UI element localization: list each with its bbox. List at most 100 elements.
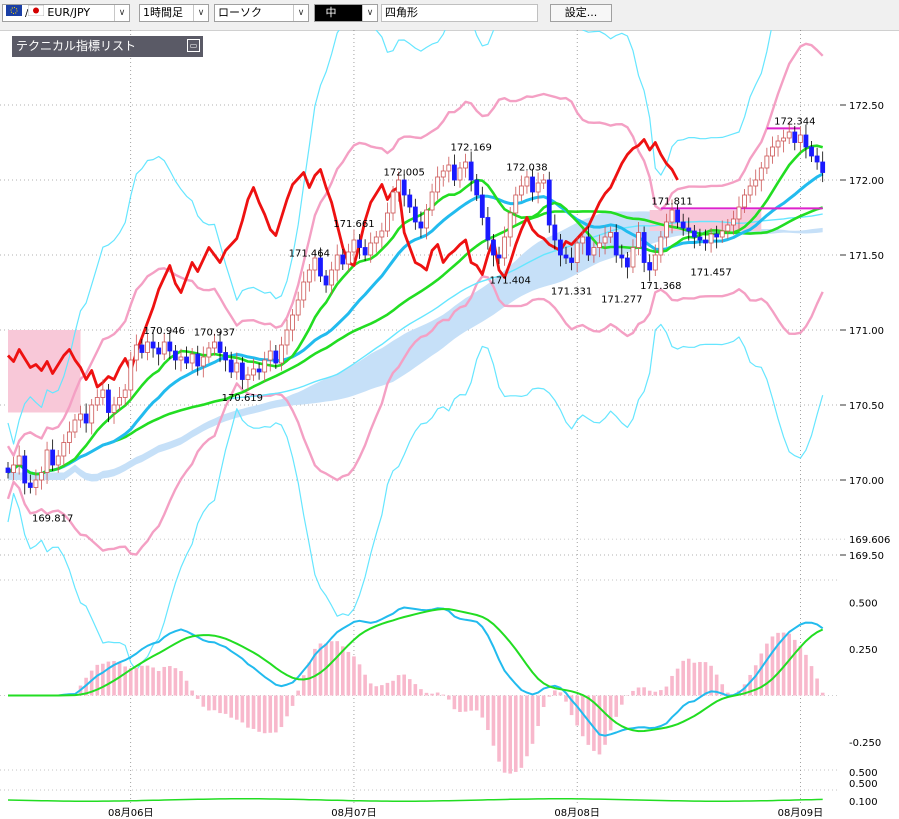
candle-body (178, 356, 184, 361)
oscillator-tick-label: 0.500 (849, 768, 878, 779)
candle (245, 366, 251, 391)
chevron-down-icon[interactable]: ∨ (293, 5, 308, 21)
price-annotation: 172.344 (774, 116, 815, 127)
chevron-down-icon[interactable]: ∨ (193, 5, 208, 21)
macd-histogram-bar (168, 666, 172, 696)
candle-body (27, 482, 33, 488)
macd-histogram-bar (480, 695, 485, 718)
candle-body (669, 209, 675, 223)
macd-histogram-bar (151, 667, 155, 696)
macd-histogram-bar (385, 682, 390, 696)
candle-body (792, 131, 798, 143)
candle-body (474, 179, 480, 196)
macd-histogram-bar (184, 680, 189, 696)
candle-body (803, 134, 809, 148)
candle (156, 342, 162, 366)
candle-body (251, 368, 256, 376)
macd-histogram-bar (636, 687, 641, 696)
candle-body (301, 281, 307, 301)
candle-body (100, 389, 106, 398)
candle (647, 254, 653, 282)
candle (239, 357, 245, 390)
candle-body (106, 389, 111, 413)
macd-histogram-bar (123, 666, 127, 696)
candle (290, 309, 295, 342)
candle-body (613, 232, 619, 256)
candle-body (585, 236, 591, 256)
candle-body (195, 353, 201, 367)
macd-histogram-bar (101, 663, 105, 696)
candle-body (758, 167, 764, 181)
macd-histogram-bar (218, 695, 222, 714)
macd-histogram-bar (608, 695, 613, 731)
macd-histogram-bar (647, 690, 652, 696)
candle (429, 183, 435, 216)
macd-histogram-bar (363, 674, 367, 696)
candle-body (139, 344, 145, 353)
price-tick-label: 169.50 (849, 551, 884, 562)
candle-body (279, 344, 284, 364)
price-tick-label: 170.00 (849, 476, 884, 487)
timeframe-selector[interactable]: 1時間足 ∨ (139, 4, 209, 22)
settings-button[interactable]: 設定... (550, 4, 612, 22)
candle (792, 126, 798, 151)
macd-histogram-bar (787, 633, 791, 696)
macd-histogram-bar (201, 695, 206, 707)
candle-body (256, 368, 262, 373)
candle-body (66, 431, 72, 443)
symbol-label: EUR/JPY (47, 6, 91, 19)
macd-histogram-bar (642, 687, 646, 696)
candle (306, 264, 312, 292)
candle (145, 333, 150, 361)
candle-body (295, 299, 301, 316)
macd-histogram-bar (759, 653, 764, 696)
line-width-selector[interactable]: 中 ∨ (314, 4, 378, 22)
timeframe-label: 1時間足 (143, 6, 183, 19)
candle-body (491, 239, 496, 256)
candle-body (647, 262, 653, 271)
candle-body (117, 397, 122, 406)
macd-histogram-bar (207, 695, 211, 711)
candle (820, 151, 826, 183)
candle-body (306, 269, 312, 283)
macd-histogram-bar (357, 664, 362, 696)
macd-histogram-bar (474, 695, 479, 711)
candle (94, 389, 100, 411)
bollinger-inner-upper (6, 42, 824, 457)
candle-body (546, 179, 552, 226)
candle-body (340, 254, 346, 265)
candle-body (312, 257, 318, 271)
candle-body (502, 236, 508, 259)
ichimoku-cloud (8, 210, 823, 482)
symbol-selector[interactable]: / EUR/JPY ∨ (2, 4, 130, 22)
macd-histogram-bar (564, 695, 568, 702)
candle (753, 169, 759, 196)
candle-body (156, 347, 162, 355)
candle-body (145, 341, 150, 353)
chevron-down-icon[interactable]: ∨ (362, 5, 377, 21)
candle-body (435, 176, 441, 193)
macd-histogram-bar (447, 695, 451, 700)
candle-body (133, 344, 139, 361)
macd-histogram-bar (670, 675, 674, 696)
macd-histogram-bar (195, 695, 200, 699)
candle (373, 231, 379, 253)
candle (72, 414, 78, 438)
price-annotation: 171.368 (640, 281, 681, 292)
candle-body (479, 194, 485, 218)
oscillator-tick-label: 0.100 (849, 797, 878, 808)
candle (518, 175, 524, 201)
candle (323, 270, 329, 293)
candle (513, 186, 519, 225)
macd-histogram-bar (558, 692, 563, 696)
macd-histogram-bar (458, 695, 462, 712)
chevron-down-icon[interactable]: ∨ (114, 5, 129, 21)
macd-histogram-bar (368, 683, 373, 696)
chart-type-selector[interactable]: ローソク ∨ (214, 4, 309, 22)
macd-tick-label: -0.250 (849, 738, 881, 749)
shape-field[interactable]: 四角形 (381, 4, 538, 22)
price-chart[interactable]: 169.817 170.946 170.937 170.619 171.464 171.6… (0, 30, 899, 819)
candle-body (558, 239, 563, 256)
macd-histogram-bar (329, 641, 334, 696)
candle-body (111, 404, 117, 413)
